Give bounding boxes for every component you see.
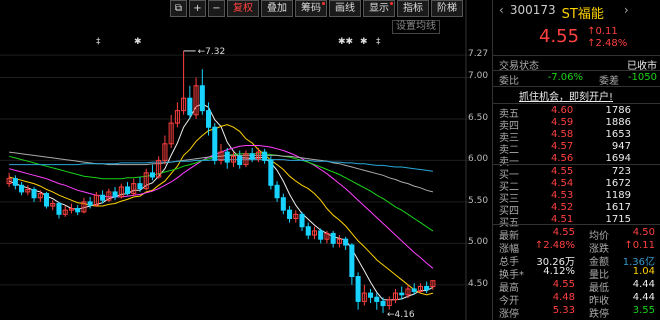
event-marker: ✱✱: [338, 37, 353, 47]
candle-down: [368, 292, 374, 298]
event-marker: ‡: [96, 37, 101, 47]
candle-down: [355, 276, 361, 302]
candle-down: [43, 193, 50, 207]
candle-down: [75, 208, 81, 213]
back-icon[interactable]: ‹: [499, 3, 504, 22]
candle-down: [137, 183, 143, 190]
indicator-button[interactable]: 指标: [397, 0, 429, 17]
candle-down: [112, 191, 118, 198]
candle-down: [330, 232, 336, 244]
forward-icon[interactable]: ›: [624, 3, 629, 22]
stat-v1: 5.33: [552, 305, 575, 316]
stock-name: ST福能: [561, 7, 604, 22]
candle-down: [262, 151, 268, 161]
wei-cha-value: -1050: [627, 72, 657, 83]
candle-down: [411, 288, 417, 292]
price-tick: 6.00: [468, 154, 489, 165]
candle-down: [287, 209, 293, 219]
candle-down: [31, 188, 37, 199]
candle-down: [19, 184, 25, 193]
price-tick: 7.00: [468, 71, 489, 82]
candle-down: [349, 244, 355, 278]
candle-down: [237, 155, 243, 166]
price-change-pct: ↑2.48%: [587, 38, 628, 49]
price-block: 4.55 ↑0.11 ↑2.48%: [539, 26, 660, 50]
candle-down: [249, 153, 255, 160]
candle-down: [56, 203, 62, 215]
chips-button[interactable]: 筹码: [295, 0, 327, 17]
stock-header: ‹ 300173 ST福能 ›: [499, 3, 660, 22]
wei-bi-value: -7.06%: [547, 72, 583, 83]
candle-down: [268, 159, 274, 186]
candle-down: [399, 292, 405, 296]
wei-cha-label: 委差: [599, 76, 619, 87]
candle-down: [280, 197, 286, 211]
low-label: ←4.16: [387, 310, 415, 320]
adjust-button[interactable]: 复权: [227, 0, 259, 17]
notification-dot: [390, 2, 393, 5]
candle-down: [224, 151, 230, 163]
ratio-row: 委比 -7.06% 委差 -1050: [499, 72, 660, 87]
stat-l2: 跌停: [589, 309, 609, 320]
candle-down: [374, 296, 380, 302]
candle-down: [343, 238, 349, 246]
kline-svg[interactable]: ←7.32←4.16‡ ✱ ✱✱ ✱ ‡: [0, 0, 492, 320]
price-tick: 6.50: [468, 112, 489, 123]
candle-down: [87, 201, 93, 206]
candle-down: [124, 186, 131, 195]
stock-code: 300173: [509, 3, 556, 17]
zoom-out-button[interactable]: −: [208, 0, 225, 17]
high-label: ←7.32: [198, 47, 226, 57]
notification-dot: [322, 2, 325, 5]
ladder-button[interactable]: 阶梯: [431, 0, 463, 17]
candle-down: [187, 97, 193, 116]
price-tick: 7.27: [468, 49, 489, 60]
export-button[interactable]: ⧉: [170, 0, 187, 17]
ma-settings-button[interactable]: 设置均线: [392, 20, 440, 34]
current-price: 4.55: [539, 26, 580, 47]
price-tick: 5.00: [468, 237, 489, 248]
candle-down: [424, 285, 430, 291]
candle-down: [274, 184, 280, 199]
event-marker: ✱: [360, 37, 368, 47]
candle-down: [199, 85, 205, 112]
price-change: ↑0.11: [587, 26, 618, 37]
price-axis: 7.27 7.00 6.50 6.00 5.50 5.00 4.50: [440, 36, 492, 320]
candle-down: [149, 172, 155, 178]
stats-row: 涨停 5.33 跌停 3.55: [499, 305, 660, 320]
ma30-line: [8, 153, 434, 232]
quote-panel: ‹ 300173 ST福能 › 4.55 ↑0.11 ↑2.48% 交易状态 已…: [492, 0, 660, 320]
chart-toolbar: ⧉ + − 复权 叠加 筹码 画线 显示 指标 阶梯: [170, 0, 463, 17]
zoom-in-button[interactable]: +: [189, 0, 206, 17]
display-button[interactable]: 显示: [363, 0, 395, 17]
candle-down: [212, 126, 218, 161]
price-tick: 4.50: [468, 278, 489, 289]
event-marker: ✱: [134, 37, 142, 47]
candle-down: [100, 194, 106, 201]
candle-down: [318, 230, 324, 240]
kline-chart[interactable]: ←7.32 ←4.16 ‡ ✱ ✱✱ ✱ ‡: [0, 0, 492, 320]
stat-v2: 3.55: [632, 305, 655, 316]
promo-link[interactable]: 抓住机会，即刻开户!: [519, 88, 660, 103]
candle-down: [305, 226, 311, 236]
stat-l1: 涨停: [499, 309, 519, 320]
event-marker: ‡: [376, 37, 381, 47]
draw-button[interactable]: 画线: [329, 0, 361, 17]
wei-bi-label: 委比: [499, 76, 519, 87]
overlay-button[interactable]: 叠加: [261, 0, 293, 17]
candle-down: [12, 178, 18, 186]
price-tick: 5.50: [468, 195, 489, 206]
candle-down: [380, 300, 386, 307]
candle-down: [299, 213, 305, 228]
candle-down: [206, 110, 212, 128]
